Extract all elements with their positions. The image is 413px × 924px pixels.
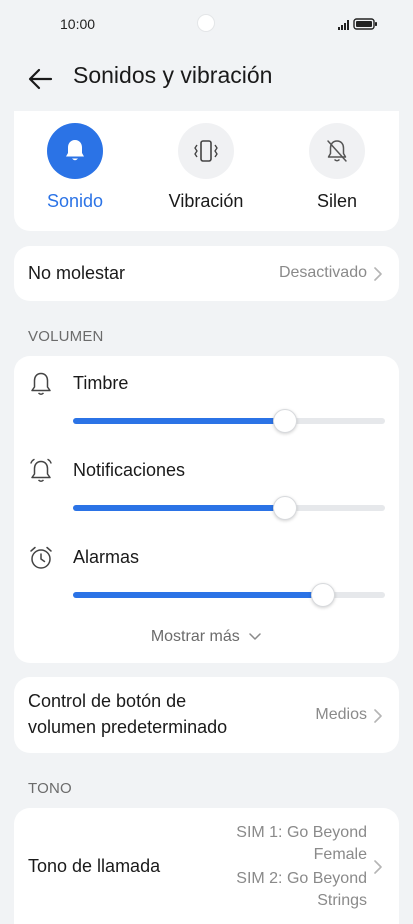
bell-outline-icon <box>31 372 51 395</box>
ringtone-label: Tono de llamada <box>28 856 161 876</box>
alarms-label: Alarmas <box>73 547 140 567</box>
mode-silent-circle <box>309 123 365 179</box>
ringtone-sim1-line1: SIM 1: Go Beyond <box>236 824 367 841</box>
back-arrow-icon[interactable] <box>26 64 56 94</box>
notifications-volume-slider[interactable] <box>73 496 385 520</box>
ringtone-sim2-line2: Strings <box>317 892 367 909</box>
slider-knob[interactable] <box>273 409 298 433</box>
slider-knob[interactable] <box>310 583 335 607</box>
mode-sound-button[interactable]: Sonido <box>20 123 130 223</box>
do-not-disturb-row[interactable]: No molestar Desactivado <box>14 246 399 301</box>
volume-button-control-row[interactable]: Control de botón de volumen predetermina… <box>14 677 399 753</box>
mode-sound-label: Sonido <box>46 191 104 211</box>
page-title: Sonidos y vibración <box>73 62 273 88</box>
slider-fill <box>73 505 286 511</box>
volume-section-label: VOLUMEN <box>28 328 104 345</box>
sound-mode-card: Sonido Vibración Silen <box>14 111 399 231</box>
bell-icon <box>66 140 84 161</box>
status-time: 10:00 <box>60 16 96 32</box>
do-not-disturb-value: Desactivado <box>278 264 367 281</box>
status-bar: 10:00 <box>0 0 413 52</box>
slider-fill <box>73 592 323 598</box>
ringer-volume-slider[interactable] <box>73 409 385 433</box>
show-more-button[interactable]: Mostrar más <box>14 628 399 646</box>
ringtone-sim1-line2: Female <box>313 846 367 863</box>
mode-silent-label: Silen <box>316 191 358 211</box>
mode-vibration-button[interactable]: Vibración <box>151 123 261 223</box>
do-not-disturb-label: No molestar <box>28 263 126 283</box>
chevron-right-icon <box>374 709 382 723</box>
alarm-clock-icon <box>30 546 52 569</box>
mode-silent-button[interactable]: Silen <box>282 123 392 223</box>
ringtone-sim2-line1: SIM 2: Go Beyond <box>236 870 367 887</box>
slider-knob[interactable] <box>273 496 298 520</box>
chevron-right-icon <box>374 267 382 281</box>
alarms-volume-slider[interactable] <box>73 583 385 607</box>
chevron-right-icon <box>374 860 382 874</box>
header: Sonidos y vibración <box>0 52 413 104</box>
mode-vibration-label: Vibración <box>168 191 244 211</box>
ringer-label: Timbre <box>73 373 129 393</box>
vibrate-icon <box>194 140 218 162</box>
slider-fill <box>73 418 286 424</box>
chevron-down-icon <box>249 633 261 640</box>
volume-button-label-line1: Control de botón de <box>28 691 187 711</box>
mode-vibration-circle <box>178 123 234 179</box>
volume-card: Timbre Notificaciones Alarmas Mostrar má… <box>14 356 399 663</box>
bell-off-icon <box>327 140 347 162</box>
notifications-label: Notificaciones <box>73 460 186 480</box>
notification-bell-icon <box>30 458 52 482</box>
camera-cutout <box>197 14 215 32</box>
ringtone-row[interactable]: Tono de llamada SIM 1: Go Beyond Female … <box>14 808 399 924</box>
show-more-label: Mostrar más <box>150 628 240 645</box>
signal-battery-icon <box>338 18 377 30</box>
tone-section-label: TONO <box>28 780 72 797</box>
volume-button-value: Medios <box>315 706 367 723</box>
volume-button-label-line2: volumen predeterminado <box>28 717 228 737</box>
mode-sound-circle <box>47 123 103 179</box>
